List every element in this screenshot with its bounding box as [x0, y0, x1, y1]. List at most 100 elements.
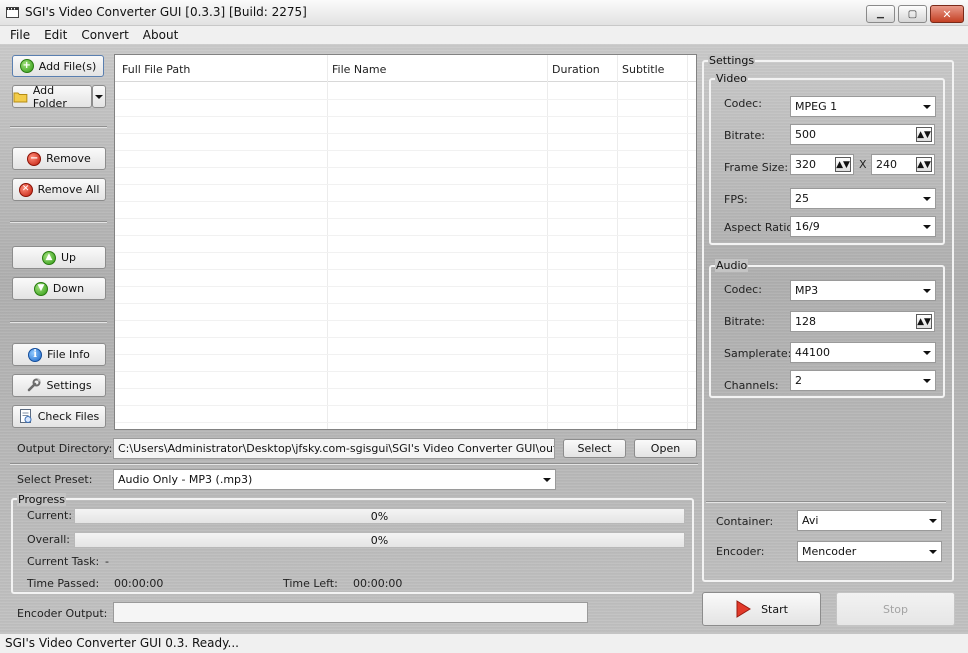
remove-button[interactable]: − Remove — [12, 147, 106, 170]
check-files-button[interactable]: Check Files — [12, 405, 106, 428]
close-button[interactable]: ✕ — [930, 5, 964, 23]
app-icon — [6, 7, 19, 18]
menu-convert[interactable]: Convert — [74, 26, 135, 44]
menu-bar: File Edit Convert About — [0, 26, 968, 44]
row-gridline — [115, 167, 696, 168]
aspect-ratio-value: 16/9 — [795, 220, 820, 233]
frame-height-value: 240 — [876, 158, 897, 171]
chevron-down-icon — [923, 378, 931, 383]
preset-select[interactable]: Audio Only - MP3 (.mp3) — [113, 469, 556, 490]
up-button[interactable]: ▲ Up — [12, 246, 106, 269]
x-icon: ✕ — [18, 182, 33, 197]
add-files-button[interactable]: + Add File(s) — [12, 55, 104, 77]
file-list-table[interactable]: Full File Path File Name Duration Subtit… — [114, 54, 697, 430]
audio-codec-select[interactable]: MP3 — [790, 280, 936, 301]
channels-label: Channels: — [724, 379, 779, 392]
settings-divider — [706, 501, 946, 503]
status-bar: SGI's Video Converter GUI 0.3. Ready... — [0, 633, 968, 653]
maximize-button[interactable]: ▢ — [898, 5, 927, 23]
frame-size-separator: X — [859, 158, 867, 171]
video-codec-select[interactable]: MPEG 1 — [790, 96, 936, 117]
samplerate-select[interactable]: 44100 — [790, 342, 936, 363]
row-gridline — [115, 337, 696, 338]
video-group-title: Video — [715, 72, 748, 85]
fps-select[interactable]: 25 — [790, 188, 936, 209]
overall-progress-label: Overall: — [27, 533, 71, 546]
menu-file[interactable]: File — [3, 26, 37, 44]
open-output-button[interactable]: Open — [634, 439, 697, 458]
minimize-button[interactable]: ▁ — [866, 5, 895, 23]
chevron-down-icon — [929, 518, 937, 523]
audio-bitrate-input[interactable]: 128 ▲▼ — [790, 311, 935, 332]
up-label: Up — [60, 251, 77, 264]
container-select[interactable]: Avi — [797, 510, 942, 531]
current-progress-bar: 0% — [74, 508, 685, 524]
open-label: Open — [650, 442, 681, 455]
encoder-select[interactable]: Mencoder — [797, 541, 942, 562]
spinner-icon[interactable]: ▲▼ — [835, 157, 851, 172]
stop-button[interactable]: Stop — [836, 592, 955, 626]
file-info-button[interactable]: i File Info — [12, 343, 106, 366]
title-bar: SGI's Video Converter GUI [0.3.3] [Build… — [0, 0, 968, 26]
time-passed-value: 00:00:00 — [114, 577, 164, 590]
frame-width-input[interactable]: 320 ▲▼ — [790, 154, 854, 175]
wrench-icon — [28, 378, 42, 392]
menu-about[interactable]: About — [136, 26, 185, 44]
minus-icon: − — [27, 151, 42, 166]
channels-value: 2 — [795, 374, 802, 387]
add-folder-button[interactable]: Add Folder — [12, 83, 92, 110]
row-gridline — [115, 388, 696, 389]
row-gridline — [115, 405, 696, 406]
frame-size-label: Frame Size: — [724, 161, 789, 174]
samplerate-label: Samplerate: — [724, 347, 792, 360]
encoder-output-field[interactable] — [113, 602, 588, 623]
add-folder-label: Add Folder — [32, 83, 67, 110]
fps-value: 25 — [795, 192, 809, 205]
row-gridline — [115, 201, 696, 202]
row-gridline — [115, 116, 696, 117]
fps-label: FPS: — [724, 193, 748, 206]
audio-codec-label: Codec: — [724, 283, 762, 296]
current-progress-label: Current: — [27, 509, 73, 522]
select-output-button[interactable]: Select — [563, 439, 626, 458]
row-gridline — [115, 303, 696, 304]
play-icon — [736, 600, 752, 618]
spinner-icon[interactable]: ▲▼ — [916, 157, 932, 172]
add-folder-dropdown[interactable] — [92, 85, 106, 108]
close-icon: ✕ — [942, 7, 952, 21]
window-title: SGI's Video Converter GUI [0.3.3] [Build… — [25, 5, 307, 19]
aspect-ratio-label: Aspect Ratio: — [724, 221, 797, 234]
check-files-label: Check Files — [37, 410, 100, 423]
column-full-file-path[interactable]: Full File Path — [122, 63, 190, 76]
section-divider — [10, 463, 698, 465]
audio-codec-value: MP3 — [795, 284, 819, 297]
arrow-up-icon: ▲ — [41, 250, 56, 265]
aspect-ratio-select[interactable]: 16/9 — [790, 216, 936, 237]
spinner-icon[interactable]: ▲▼ — [916, 314, 932, 329]
row-gridline — [115, 269, 696, 270]
settings-button[interactable]: Settings — [12, 374, 106, 397]
file-info-label: File Info — [47, 348, 90, 361]
remove-all-label: Remove All — [37, 183, 100, 196]
frame-height-input[interactable]: 240 ▲▼ — [871, 154, 935, 175]
audio-bitrate-value: 128 — [795, 315, 816, 328]
start-button[interactable]: Start — [702, 592, 821, 626]
remove-all-button[interactable]: ✕ Remove All — [12, 178, 106, 201]
spinner-icon[interactable]: ▲▼ — [916, 127, 932, 142]
chevron-down-icon — [923, 350, 931, 355]
output-directory-label: Output Directory: — [17, 442, 113, 455]
video-bitrate-input[interactable]: 500 ▲▼ — [790, 124, 935, 145]
column-subtitle[interactable]: Subtitle — [622, 63, 664, 76]
channels-select[interactable]: 2 — [790, 370, 936, 391]
column-duration[interactable]: Duration — [552, 63, 600, 76]
chevron-down-icon — [923, 288, 931, 293]
output-directory-field[interactable]: C:\Users\Administrator\Desktop\jfsky.com… — [113, 438, 555, 459]
row-gridline — [115, 422, 696, 423]
current-task-label: Current Task: — [27, 555, 100, 568]
menu-edit[interactable]: Edit — [37, 26, 74, 44]
down-button[interactable]: ▼ Down — [12, 277, 106, 300]
row-gridline — [115, 320, 696, 321]
column-file-name[interactable]: File Name — [332, 63, 386, 76]
preset-value: Audio Only - MP3 (.mp3) — [118, 473, 253, 486]
select-label: Select — [577, 442, 612, 455]
